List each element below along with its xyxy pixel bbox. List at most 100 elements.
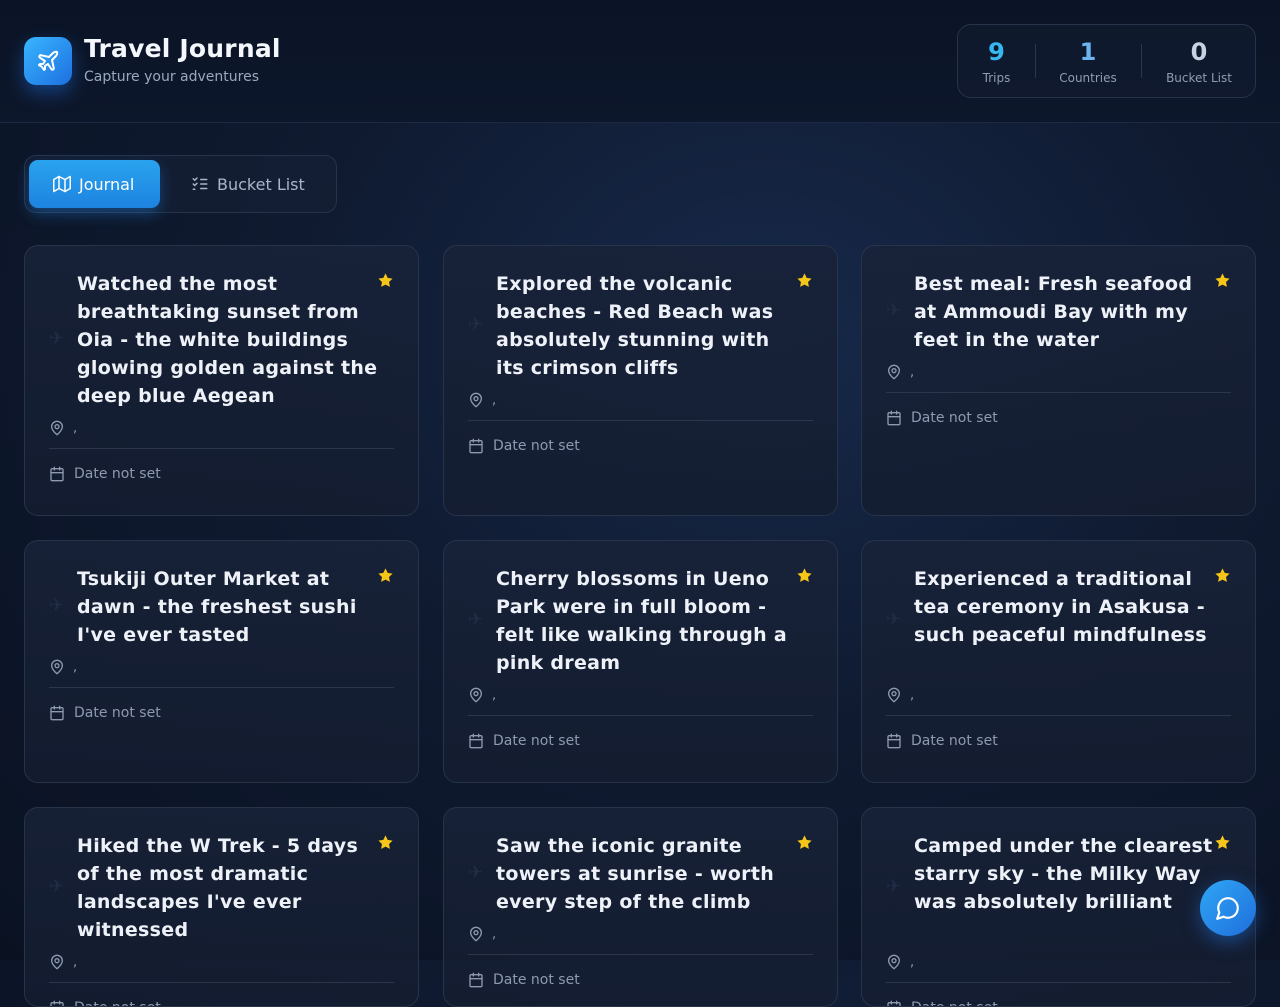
location-pin-icon: [470, 687, 482, 703]
app-title: Travel Journal: [84, 34, 281, 63]
entry-date: Date not set: [49, 705, 161, 721]
date-text: Date not set: [74, 466, 161, 482]
journal-card[interactable]: ✈ Tsukiji Outer Market at dawn - the fres…: [24, 540, 419, 783]
entry-location: ,: [468, 392, 496, 408]
stat-value: 0: [1190, 38, 1208, 66]
app-subtitle: Capture your adventures: [84, 69, 259, 85]
airplane-icon: ✈: [468, 862, 484, 883]
entry-location: ,: [886, 954, 914, 970]
calendar-icon: [469, 972, 483, 988]
calendar-icon: [469, 733, 483, 749]
card-divider: [468, 715, 813, 716]
entry-location: ,: [886, 687, 914, 703]
entry-location: ,: [468, 926, 496, 942]
location-pin-icon: [888, 954, 900, 970]
entry-date: Date not set: [49, 466, 161, 482]
entry-text: Experienced a traditional tea ceremony i…: [914, 568, 1207, 646]
calendar-icon: [887, 1000, 901, 1006]
entry-date: Date not set: [468, 972, 580, 988]
stat-value: 9: [988, 38, 1005, 66]
journal-card[interactable]: ✈ Cherry blossoms in Ueno Park were in fu…: [443, 540, 838, 783]
location-pin-icon: [888, 687, 900, 703]
card-divider: [49, 448, 394, 449]
entry-location: ,: [468, 687, 496, 703]
airplane-icon: ✈: [886, 300, 902, 321]
entry-text: Explored the volcanic beaches - Red Beac…: [496, 273, 774, 379]
entry-text: Watched the most breathtaking sunset fro…: [77, 273, 378, 407]
location-pin-icon: [51, 954, 63, 970]
stat-trips: 9 Trips: [958, 25, 1035, 99]
entry-text: Cherry blossoms in Ueno Park were in ful…: [496, 568, 788, 674]
location-pin-icon: [51, 420, 63, 436]
card-divider: [468, 954, 813, 955]
entry-text: Camped under the clearest starry sky - t…: [914, 835, 1213, 913]
entry-text: Hiked the W Trek - 5 days of the most dr…: [77, 835, 359, 941]
calendar-icon: [50, 705, 64, 721]
location-text: ,: [73, 954, 78, 970]
date-text: Date not set: [493, 733, 580, 749]
journal-card[interactable]: ✈ Saw the iconic granite towers at sunris…: [443, 807, 838, 1007]
tab-bucket-list[interactable]: Bucket List: [167, 160, 332, 208]
location-text: ,: [492, 687, 497, 703]
calendar-icon: [50, 466, 64, 482]
app-header: Travel Journal Capture your adventures 9…: [0, 0, 1280, 123]
calendar-icon: [469, 438, 483, 454]
location-text: ,: [492, 392, 497, 408]
location-text: ,: [492, 926, 497, 942]
tab-label: Bucket List: [217, 174, 305, 194]
date-text: Date not set: [74, 1000, 161, 1006]
location-text: ,: [910, 687, 915, 703]
chat-bubble-icon: [1216, 897, 1239, 920]
entry-location: ,: [886, 364, 914, 380]
calendar-icon: [50, 1000, 64, 1006]
stat-bucket-list: 0 Bucket List: [1154, 25, 1244, 99]
tab-label: Journal: [79, 174, 135, 194]
entry-location: ,: [49, 954, 77, 970]
date-text: Date not set: [493, 438, 580, 454]
checklist-icon: [192, 177, 208, 190]
entry-date: Date not set: [886, 733, 998, 749]
entry-text: Best meal: Fresh seafood at Ammoudi Bay …: [914, 273, 1193, 351]
location-pin-icon: [470, 392, 482, 408]
location-pin-icon: [888, 364, 900, 380]
map-icon: [53, 175, 71, 193]
location-text: ,: [910, 954, 915, 970]
entry-date: Date not set: [886, 1000, 998, 1006]
date-text: Date not set: [493, 972, 580, 988]
airplane-icon: ✈: [886, 609, 902, 630]
airplane-icon: ✈: [468, 609, 484, 630]
card-divider: [886, 392, 1231, 393]
entry-text: Tsukiji Outer Market at dawn - the fresh…: [77, 568, 357, 646]
airplane-icon: [38, 50, 59, 71]
entry-date: Date not set: [468, 733, 580, 749]
location-text: ,: [73, 659, 78, 675]
location-text: ,: [73, 420, 78, 436]
airplane-icon: ✈: [468, 314, 484, 335]
journal-card[interactable]: ✈ Best meal: Fresh seafood at Ammoudi Bay…: [861, 245, 1256, 516]
stats-panel: 9 Trips 1 Countries 0 Bucket List: [957, 24, 1256, 98]
airplane-icon: ✈: [49, 328, 65, 349]
chat-button[interactable]: [1200, 880, 1256, 936]
date-text: Date not set: [74, 705, 161, 721]
view-tabs: Journal Bucket List: [24, 155, 337, 213]
journal-card[interactable]: ✈ Hiked the W Trek - 5 days of the most d…: [24, 807, 419, 1007]
calendar-icon: [887, 733, 901, 749]
entry-date: Date not set: [886, 410, 998, 426]
entry-text: Saw the iconic granite towers at sunrise…: [496, 835, 775, 913]
journal-card[interactable]: ✈ Explored the volcanic beaches - Red Bea…: [443, 245, 838, 516]
stat-label: Countries: [1059, 71, 1117, 85]
stat-value: 1: [1079, 38, 1097, 66]
airplane-icon: ✈: [49, 595, 65, 616]
calendar-icon: [887, 410, 901, 426]
journal-card[interactable]: ✈ Watched the most breathtaking sunset fr…: [24, 245, 419, 516]
journal-card[interactable]: ✈ Camped under the clearest starry sky - …: [861, 807, 1256, 1007]
card-divider: [468, 420, 813, 421]
entry-date: Date not set: [49, 1000, 161, 1006]
card-divider: [886, 715, 1231, 716]
location-text: ,: [910, 364, 915, 380]
journal-card[interactable]: ✈ Experienced a traditional tea ceremony …: [861, 540, 1256, 783]
tab-journal[interactable]: Journal: [29, 160, 160, 208]
stat-divider: [1035, 44, 1036, 78]
date-text: Date not set: [911, 733, 998, 749]
stat-divider: [1141, 44, 1142, 78]
